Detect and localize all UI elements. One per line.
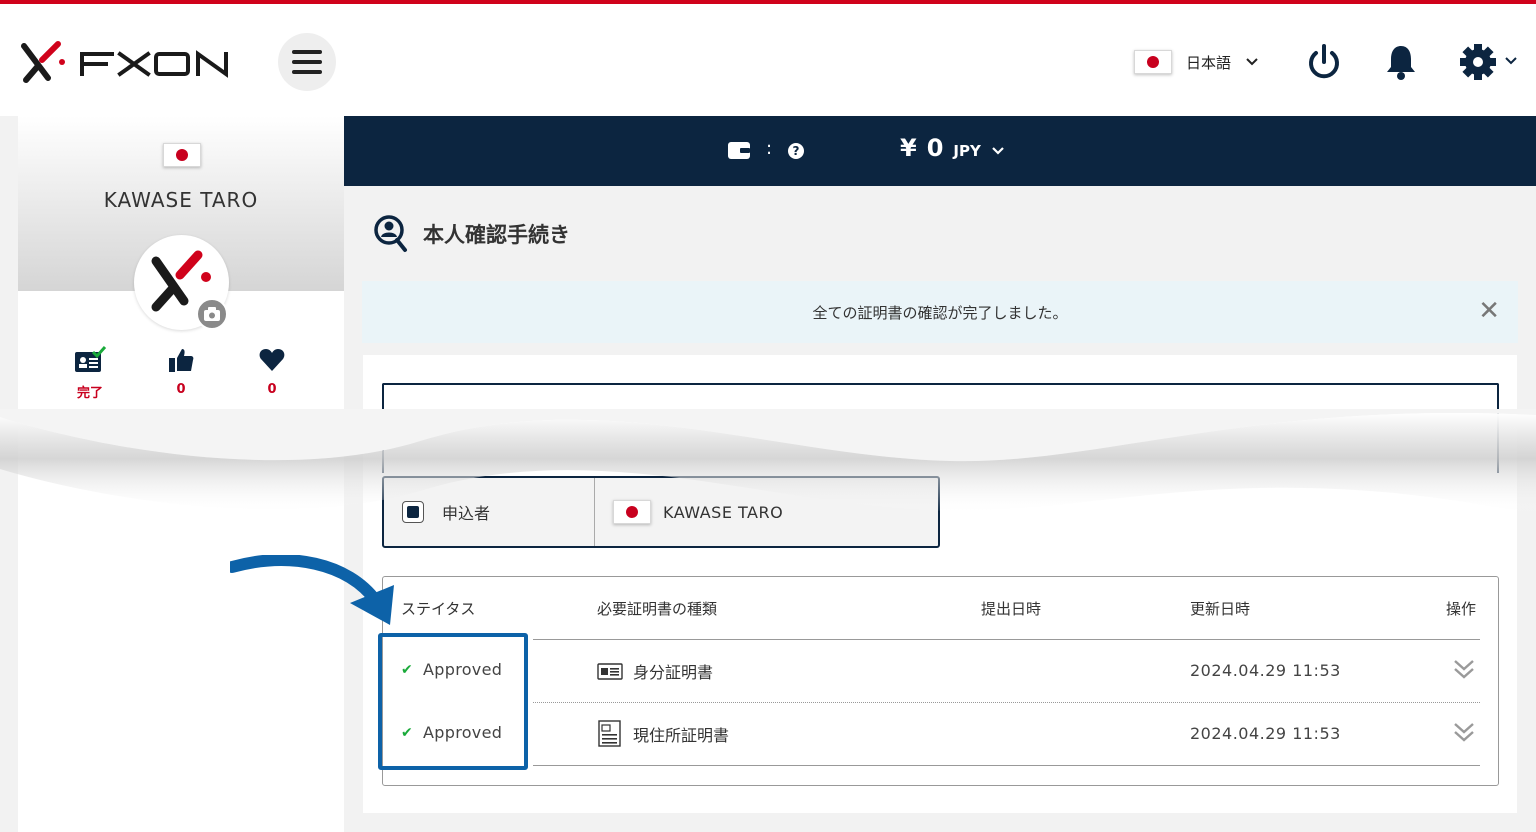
table-row-document: 身分証明書 bbox=[597, 659, 713, 683]
applicant-checkbox[interactable] bbox=[402, 501, 424, 523]
help-icon[interactable]: ? bbox=[788, 143, 804, 159]
favorites-stat[interactable]: 0 bbox=[252, 346, 292, 397]
alert-message: 全ての証明書の確認が完了しました。 bbox=[812, 303, 1068, 322]
sidebar-divider bbox=[198, 435, 333, 436]
top-header: 日本語 bbox=[0, 0, 1536, 116]
table-bottom-rule bbox=[533, 765, 1480, 766]
chevron-down-icon bbox=[992, 147, 1004, 155]
stat-value: 0 bbox=[176, 382, 186, 397]
applicant-label-cell: 申込者 bbox=[384, 478, 595, 546]
identity-search-icon bbox=[374, 215, 407, 252]
header-divider bbox=[533, 639, 1480, 640]
power-icon[interactable] bbox=[1304, 42, 1344, 82]
col-header-submitted: 提出日時 bbox=[981, 600, 1042, 618]
applicant-value-cell: KAWASE TARO bbox=[595, 478, 783, 546]
document-icon bbox=[598, 720, 621, 747]
documents-table: ステイタス 必要証明書の種類 提出日時 更新日時 操作 ✔ Approved 身… bbox=[382, 576, 1499, 786]
close-icon[interactable]: ✕ bbox=[1478, 298, 1500, 324]
expand-chevrons-icon[interactable] bbox=[1451, 656, 1477, 682]
status-highlight-box bbox=[378, 633, 528, 770]
balance-display[interactable]: ¥ 0 JPY bbox=[900, 134, 1005, 162]
row-divider bbox=[533, 702, 1480, 703]
camera-icon[interactable] bbox=[196, 298, 228, 330]
likes-stat[interactable]: 0 bbox=[161, 346, 201, 397]
balance-colon: : bbox=[766, 138, 773, 159]
col-header-status: ステイタス bbox=[401, 600, 476, 618]
id-card-check-icon bbox=[75, 346, 107, 372]
fxon-logo[interactable] bbox=[18, 38, 238, 86]
document-name: 身分証明書 bbox=[633, 663, 714, 682]
applicant-row: 申込者 KAWASE TARO bbox=[382, 476, 940, 548]
language-label: 日本語 bbox=[1186, 53, 1232, 72]
japan-flag-icon bbox=[163, 143, 201, 167]
card-inner-frame bbox=[382, 383, 1499, 473]
success-alert: 全ての証明書の確認が完了しました。 ✕ bbox=[362, 281, 1518, 343]
balance-bar: : ? ¥ 0 JPY bbox=[344, 116, 1536, 186]
applicant-label: 申込者 bbox=[442, 504, 491, 523]
verification-status-stat[interactable]: 完了 bbox=[70, 346, 110, 401]
col-header-updated: 更新日時 bbox=[1190, 600, 1251, 618]
profile-sidebar: KAWASE TARO 完了 0 0 bbox=[18, 116, 344, 832]
wallet-icon bbox=[728, 142, 750, 159]
japan-flag-icon bbox=[613, 500, 651, 524]
hamburger-menu-button[interactable] bbox=[278, 33, 336, 91]
col-header-document-type: 必要証明書の種類 bbox=[597, 600, 718, 618]
col-header-actions: 操作 bbox=[1446, 600, 1477, 618]
chevron-down-icon bbox=[1246, 58, 1258, 66]
profile-user-name: KAWASE TARO bbox=[103, 188, 259, 212]
bell-icon[interactable] bbox=[1381, 42, 1421, 82]
currency-symbol: ¥ bbox=[900, 134, 917, 162]
language-selector[interactable]: 日本語 bbox=[1134, 50, 1259, 74]
updated-date: 2024.04.29 11:53 bbox=[1190, 661, 1341, 680]
page-title: 本人確認手続き bbox=[423, 223, 570, 247]
document-name: 現住所証明書 bbox=[633, 726, 730, 745]
thumbs-up-icon bbox=[169, 349, 194, 372]
page-heading: 本人確認手続き bbox=[373, 214, 570, 254]
balance-amount: 0 bbox=[926, 134, 944, 162]
id-card-icon bbox=[597, 663, 623, 680]
settings-gear-icon[interactable] bbox=[1458, 42, 1522, 82]
stat-value: 完了 bbox=[76, 386, 103, 401]
heart-icon bbox=[259, 349, 285, 371]
expand-chevrons-icon[interactable] bbox=[1451, 719, 1477, 745]
table-row-document: 現住所証明書 bbox=[597, 720, 729, 748]
stat-value: 0 bbox=[267, 382, 277, 397]
pointer-arrow-icon bbox=[230, 555, 394, 625]
updated-date: 2024.04.29 11:53 bbox=[1190, 724, 1341, 743]
applicant-name: KAWASE TARO bbox=[663, 502, 784, 522]
japan-flag-icon bbox=[1134, 50, 1172, 74]
currency-code: JPY bbox=[953, 142, 981, 160]
